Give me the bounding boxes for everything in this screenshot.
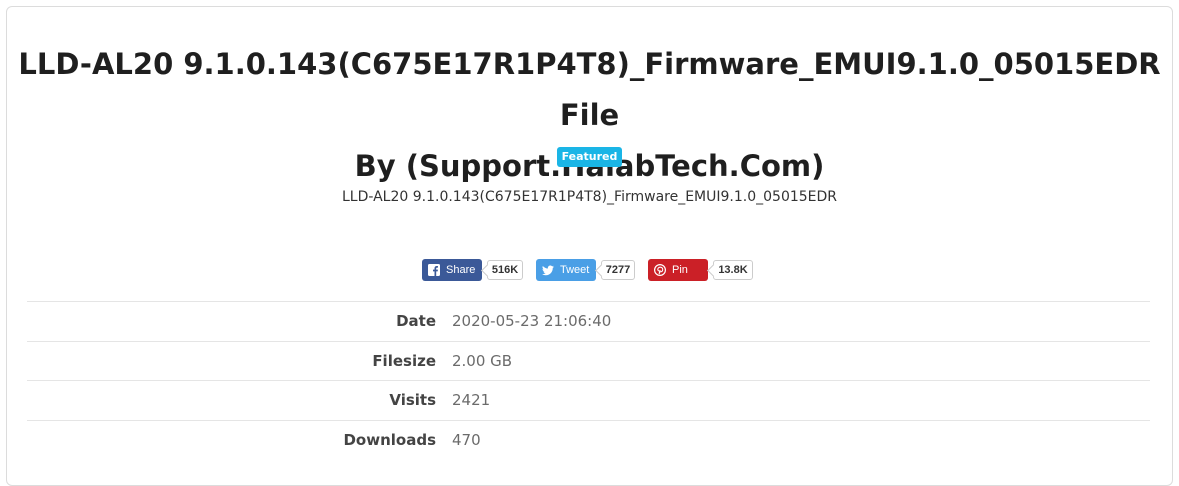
filesize-label: Filesize <box>372 351 436 370</box>
pinterest-pin-label: Pin <box>672 264 688 276</box>
twitter-icon <box>542 264 554 276</box>
file-card: LLD-AL20 9.1.0.143(C675E17R1P4T8)_Firmwa… <box>6 6 1173 486</box>
title-line-1: LLD-AL20 9.1.0.143(C675E17R1P4T8)_Firmwa… <box>18 47 1161 132</box>
facebook-icon <box>428 264 440 276</box>
pinterest-icon <box>654 264 666 276</box>
details-row-visits: Visits 2421 <box>27 380 1150 420</box>
facebook-share-button[interactable]: Share <box>422 259 482 281</box>
details-row-date: Date 2020-05-23 21:06:40 <box>27 301 1150 341</box>
featured-badge: Featured <box>557 147 622 167</box>
page-title: LLD-AL20 9.1.0.143(C675E17R1P4T8)_Firmwa… <box>7 39 1172 192</box>
visits-value: 2421 <box>452 391 491 410</box>
file-subtitle: LLD-AL20 9.1.0.143(C675E17R1P4T8)_Firmwa… <box>341 189 838 205</box>
details-row-downloads: Downloads 470 <box>27 419 1150 460</box>
facebook-share-label: Share <box>446 264 476 276</box>
facebook-share-count: 516K <box>487 260 523 280</box>
downloads-label: Downloads <box>343 430 436 449</box>
date-label: Date <box>396 312 436 331</box>
pinterest-pin-count: 13.8K <box>713 260 753 280</box>
visits-label: Visits <box>389 391 436 410</box>
pinterest-pin-button[interactable]: Pin <box>648 259 708 281</box>
details-row-filesize: Filesize 2.00 GB <box>27 340 1150 381</box>
share-bar: Share 516K Tweet 7277 Pin 13.8K <box>7 259 1172 281</box>
filesize-value: 2.00 GB <box>452 351 513 370</box>
downloads-value: 470 <box>452 430 481 449</box>
twitter-tweet-label: Tweet <box>560 264 590 276</box>
twitter-tweet-count: 7277 <box>601 260 635 280</box>
date-value: 2020-05-23 21:06:40 <box>452 312 612 331</box>
file-details-table: Date 2020-05-23 21:06:40 Filesize 2.00 G… <box>27 301 1150 459</box>
twitter-tweet-button[interactable]: Tweet <box>536 259 596 281</box>
